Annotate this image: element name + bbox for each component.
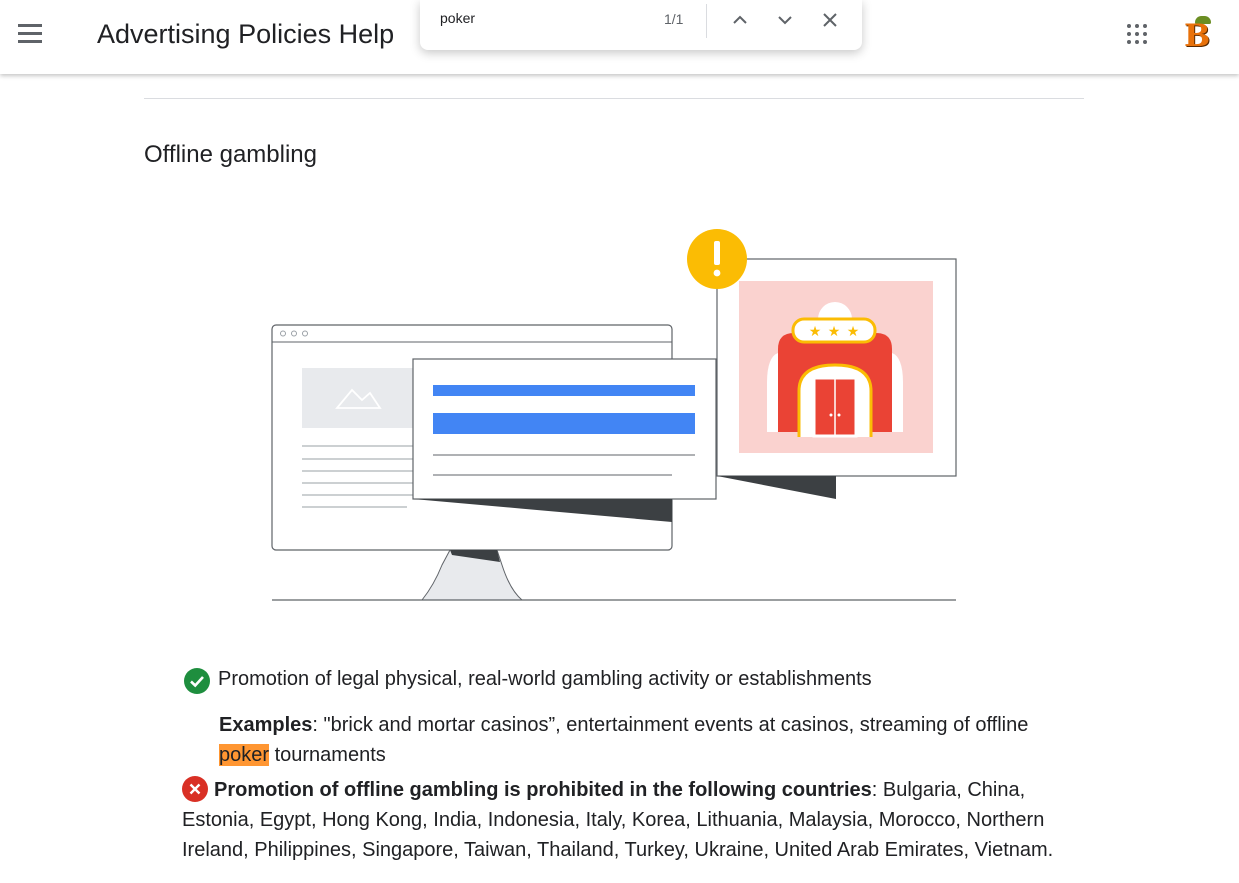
find-highlight: poker — [219, 744, 270, 766]
check-circle-icon — [184, 668, 210, 694]
svg-text:★: ★ — [828, 324, 841, 340]
examples-paragraph: Examples: "brick and mortar casinos”, en… — [219, 710, 1079, 770]
find-match-count: 1/1 — [664, 11, 684, 27]
close-icon[interactable] — [819, 9, 841, 31]
chevron-down-icon[interactable] — [774, 9, 796, 31]
find-separator — [706, 4, 707, 38]
site-title[interactable]: Advertising Policies Help — [97, 19, 394, 50]
examples-label: Examples — [219, 714, 313, 736]
examples-text: : "brick and mortar casinos”, entertainm… — [312, 714, 1029, 736]
x-circle-icon — [182, 776, 208, 802]
section-heading: Offline gambling — [144, 141, 317, 168]
svg-text:★: ★ — [847, 324, 860, 340]
avatar-letter: B — [1184, 18, 1211, 54]
allowed-text: Promotion of legal physical, real-world … — [218, 668, 872, 690]
offline-gambling-illustration: ★ ★ ★ — [262, 225, 962, 605]
prohibited-label: Promotion of offline gambling is prohibi… — [214, 779, 872, 801]
section-divider — [144, 98, 1084, 99]
find-input[interactable]: poker — [440, 10, 640, 26]
account-avatar[interactable]: B — [1181, 16, 1217, 54]
prohibited-item: Promotion of offline gambling is prohibi… — [182, 775, 1072, 865]
svg-text:★: ★ — [809, 324, 822, 340]
chevron-up-icon[interactable] — [729, 9, 751, 31]
examples-text-end: tournaments — [269, 744, 386, 766]
hamburger-menu-icon[interactable] — [18, 24, 44, 50]
find-in-page-bar: poker 1/1 — [420, 0, 862, 50]
apps-grid-icon[interactable] — [1127, 24, 1151, 48]
